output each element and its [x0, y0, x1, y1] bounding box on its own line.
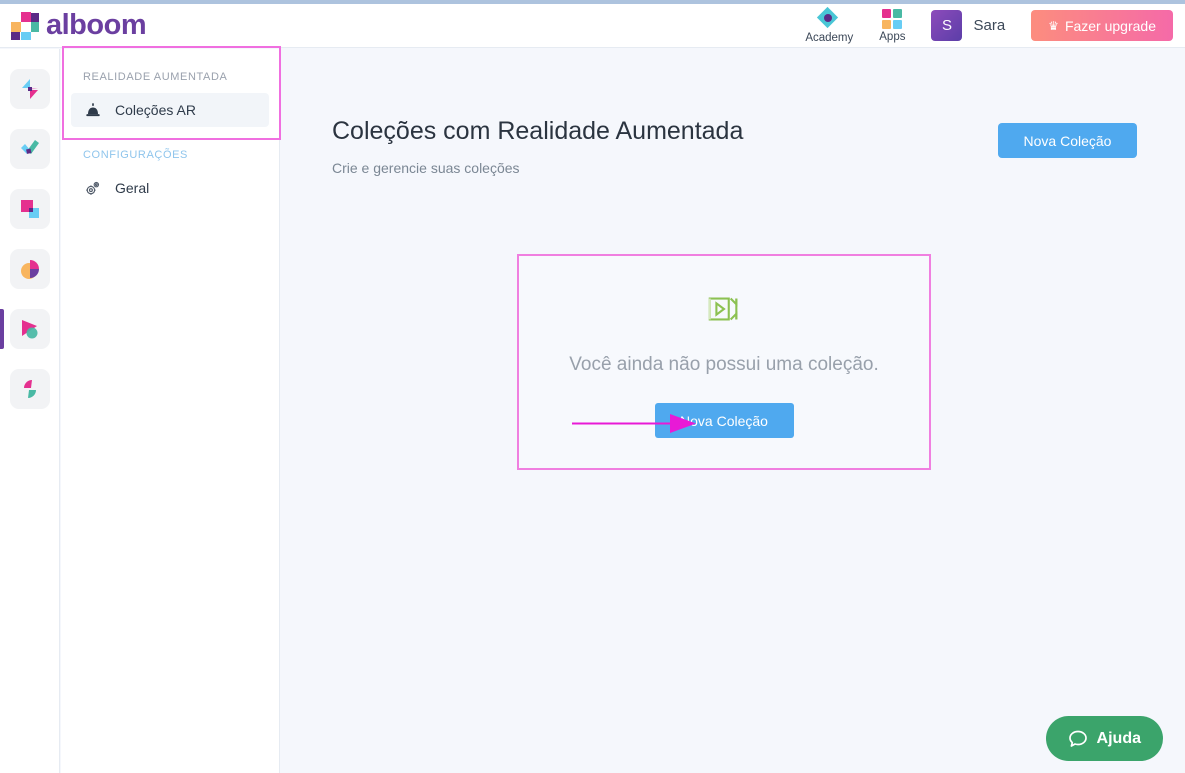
academy-label: Academy — [805, 31, 854, 44]
new-collection-button-empty[interactable]: Nova Coleção — [654, 403, 794, 438]
rail-item-app-play[interactable] — [0, 309, 50, 349]
rail-item-app-piechart[interactable] — [9, 249, 50, 289]
app-rail — [0, 49, 60, 773]
sidebar-group-title-config: CONFIGURAÇÕES — [83, 149, 188, 161]
app-header: alboom Academy Apps S Sara ♛ Fazer upgra… — [0, 4, 1185, 48]
pinwheel-icon — [21, 79, 38, 99]
page-subtitle: Crie e gerencie suas coleções — [332, 160, 520, 176]
video-camera-icon — [708, 297, 738, 321]
page-root: alboom Academy Apps S Sara ♛ Fazer upgra… — [0, 0, 1185, 773]
brand-name: alboom — [46, 9, 147, 41]
sidebar-group-title-ar: REALIDADE AUMENTADA — [83, 71, 228, 83]
brand[interactable]: alboom — [10, 9, 147, 42]
squares-icon — [20, 200, 39, 218]
upgrade-label: Fazer upgrade — [1064, 17, 1156, 34]
crown-icon: ♛ — [1048, 18, 1059, 33]
rail-item-app-leaf[interactable] — [9, 369, 50, 409]
sidebar-item-label: Coleções AR — [115, 102, 196, 118]
sidebar-item-geral[interactable]: Geral — [71, 171, 269, 205]
leaf-icon — [23, 380, 36, 398]
play-icon — [21, 320, 37, 339]
pie-chart-icon — [20, 260, 39, 279]
alboom-logo-pinwheel-icon — [10, 11, 40, 41]
diamond-icon — [817, 6, 840, 30]
check-icon — [20, 140, 39, 154]
avatar[interactable]: S — [931, 10, 963, 41]
upgrade-button[interactable]: ♛ Fazer upgrade — [1031, 10, 1173, 41]
grid-apps-icon — [882, 8, 903, 29]
empty-state-card: Você ainda não possui uma coleção. Nova … — [517, 254, 931, 470]
gear-icon — [86, 181, 100, 195]
help-label: Ajuda — [1096, 729, 1141, 747]
sidebar-item-colecoes-ar[interactable]: Coleções AR — [71, 93, 269, 127]
sidebar-item-label: Geral — [115, 180, 150, 196]
empty-state-message: Você ainda não possui uma coleção. — [569, 354, 879, 375]
rail-item-app-check[interactable] — [9, 129, 50, 169]
academy-button[interactable]: Academy — [805, 6, 854, 44]
header-actions: Academy Apps S Sara ♛ Fazer upgrade — [805, 4, 1185, 48]
apps-button[interactable]: Apps — [879, 8, 906, 43]
apps-label: Apps — [879, 30, 906, 43]
rail-item-app-squares[interactable] — [9, 189, 50, 229]
main-content: Coleções com Realidade Aumentada Crie e … — [281, 49, 1185, 773]
rail-item-app-pinwheel[interactable] — [9, 69, 50, 109]
user-name[interactable]: Sara — [973, 17, 1005, 34]
sidebar: REALIDADE AUMENTADA Coleções AR CONFIGUR… — [61, 49, 280, 773]
chat-bubble-icon — [1068, 729, 1088, 749]
new-collection-button-top[interactable]: Nova Coleção — [998, 123, 1137, 158]
ar-object-icon — [86, 103, 100, 117]
help-button[interactable]: Ajuda — [1045, 716, 1163, 761]
